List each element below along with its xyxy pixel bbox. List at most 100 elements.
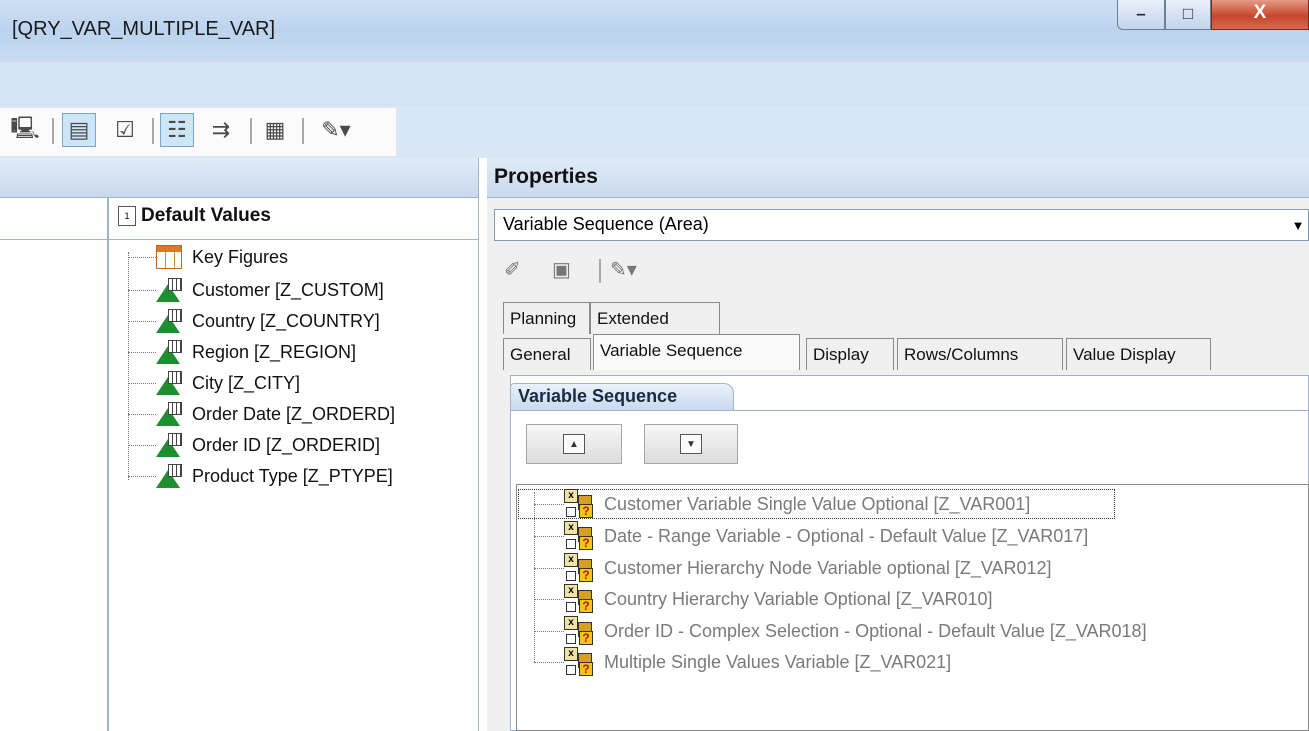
- variable-item[interactable]: x? Customer Hierarchy Node Variable opti…: [534, 553, 1052, 583]
- move-down-button[interactable]: ▼: [644, 424, 738, 464]
- close-button[interactable]: X: [1211, 0, 1309, 30]
- tree-connector: [128, 382, 156, 384]
- tree-item-order-id[interactable]: Order ID [Z_ORDERID]: [128, 432, 380, 458]
- tree-connector: [128, 289, 156, 291]
- left-panel-header: [0, 158, 479, 198]
- tree-connector: [534, 567, 564, 569]
- tree-connector: [128, 413, 156, 415]
- characteristic-icon: [156, 402, 182, 426]
- tab-rows-columns[interactable]: Rows/Columns: [897, 338, 1063, 370]
- variable-icon: x?: [564, 616, 594, 646]
- tree-view-icon[interactable]: ☷: [160, 113, 194, 147]
- tree-item-order-date[interactable]: Order Date [Z_ORDERD]: [128, 401, 395, 427]
- tree-connector: [128, 475, 156, 477]
- tree-item-label: Key Figures: [192, 246, 289, 267]
- tree-item-city[interactable]: City [Z_CITY]: [128, 370, 300, 396]
- list-view-icon[interactable]: ▤: [62, 113, 96, 147]
- menu-band: [0, 62, 1309, 106]
- tree-item-product-type[interactable]: Product Type [Z_PTYPE]: [128, 463, 393, 489]
- characteristic-icon: [156, 278, 182, 302]
- key-figures-icon: [156, 245, 182, 269]
- header-divider: [0, 239, 107, 240]
- variable-icon: x?: [564, 553, 594, 583]
- variable-label: Customer Hierarchy Node Variable optiona…: [604, 557, 1052, 578]
- variable-label: Customer Variable Single Value Optional …: [604, 493, 1031, 514]
- toolbar-separator: [599, 259, 601, 283]
- default-values-icon: 1: [118, 206, 136, 226]
- variable-icon: x?: [564, 521, 594, 551]
- default-values-title: Default Values: [141, 205, 271, 226]
- variable-label: Date - Range Variable - Optional - Defau…: [604, 525, 1089, 546]
- tree-connector: [534, 598, 564, 600]
- window-title: [QRY_VAR_MULTIPLE_VAR]: [12, 18, 276, 40]
- tree-connector: [534, 503, 564, 505]
- tab-value-display[interactable]: Value Display: [1066, 338, 1211, 370]
- tree-connector: [534, 535, 564, 537]
- variable-icon: x?: [564, 647, 594, 677]
- tree-connector: [128, 351, 156, 353]
- variable-item[interactable]: x? Date - Range Variable - Optional - De…: [534, 521, 1088, 551]
- tree-connector: [534, 630, 564, 632]
- tree-item-label: Order Date [Z_ORDERD]: [192, 403, 396, 424]
- tree-item-region[interactable]: Region [Z_REGION]: [128, 339, 356, 365]
- save-icon[interactable]: ▣: [552, 257, 571, 282]
- column-divider[interactable]: [107, 198, 109, 731]
- tree-item-label: Region [Z_REGION]: [192, 341, 357, 362]
- minimize-button[interactable]: –: [1117, 0, 1165, 30]
- variable-icon: x?: [564, 489, 594, 519]
- area-selector-value: Variable Sequence (Area): [503, 214, 709, 234]
- maximize-button[interactable]: □: [1165, 0, 1211, 30]
- variable-label: Country Hierarchy Variable Optional [Z_V…: [604, 588, 993, 609]
- variable-item[interactable]: x? Country Hierarchy Variable Optional […: [534, 584, 993, 614]
- toolbar-separator: [152, 118, 154, 144]
- checklist-icon[interactable]: ☑: [108, 113, 142, 147]
- computer-icon[interactable]: 🖳: [8, 113, 42, 147]
- tree-item-label: Order ID [Z_ORDERID]: [192, 434, 381, 455]
- export-icon[interactable]: ⇉: [204, 113, 238, 147]
- move-up-button[interactable]: ▲: [526, 424, 622, 464]
- tree-item-label: Customer [Z_CUSTOM]: [192, 279, 384, 300]
- tab-general[interactable]: General: [503, 338, 591, 370]
- tree-connector: [128, 444, 156, 446]
- properties-header: [487, 158, 1309, 198]
- section-divider: [510, 410, 1309, 411]
- tab-display[interactable]: Display: [806, 338, 894, 370]
- tab-planning[interactable]: Planning: [503, 302, 590, 334]
- variable-item[interactable]: x? Multiple Single Values Variable [Z_VA…: [534, 647, 951, 677]
- tree-item-label: City [Z_CITY]: [192, 372, 301, 393]
- arrow-down-icon: ▼: [680, 434, 702, 454]
- variable-item[interactable]: x? Order ID - Complex Selection - Option…: [534, 616, 1147, 646]
- close-icon: X: [1253, 2, 1267, 23]
- variable-label: Order ID - Complex Selection - Optional …: [604, 620, 1147, 641]
- hierarchy-characteristic-icon: [156, 309, 182, 333]
- edit-icon[interactable]: ✐: [504, 257, 521, 282]
- characteristic-icon: [156, 371, 182, 395]
- characteristic-icon: [156, 433, 182, 457]
- variable-sequence-section-title: Variable Sequence: [518, 386, 678, 406]
- tree-item-key-figures[interactable]: Key Figures: [128, 244, 288, 270]
- characteristic-icon: [156, 340, 182, 364]
- properties-icon[interactable]: ▦: [258, 113, 292, 147]
- toolbar-separator: [302, 118, 304, 144]
- tab-extended[interactable]: Extended: [590, 302, 720, 334]
- tree-item-label: Product Type [Z_PTYPE]: [192, 465, 393, 486]
- variable-icon: x?: [564, 584, 594, 614]
- variable-item[interactable]: x? Customer Variable Single Value Option…: [534, 489, 1030, 519]
- variable-label: Multiple Single Values Variable [Z_VAR02…: [604, 651, 952, 672]
- tree-connector: [534, 661, 564, 663]
- tree-connector: [128, 256, 156, 258]
- tab-variable-sequence[interactable]: Variable Sequence: [593, 334, 800, 370]
- tree-item-country[interactable]: Country [Z_COUNTRY]: [128, 308, 380, 334]
- tools-icon[interactable]: ✎▾: [312, 113, 360, 147]
- characteristic-icon: [156, 464, 182, 488]
- chevron-down-icon[interactable]: ▼: [1287, 210, 1309, 240]
- toolbar-separator: [250, 118, 252, 144]
- tools-icon[interactable]: ✎▾: [610, 257, 637, 282]
- tree-item-customer[interactable]: Customer [Z_CUSTOM]: [128, 277, 384, 303]
- tree-connector: [128, 320, 156, 322]
- toolbar-separator: [52, 118, 54, 144]
- properties-title: Properties: [494, 165, 598, 188]
- minimize-icon: –: [1136, 4, 1146, 23]
- arrow-up-icon: ▲: [563, 434, 585, 454]
- maximize-icon: □: [1182, 4, 1194, 23]
